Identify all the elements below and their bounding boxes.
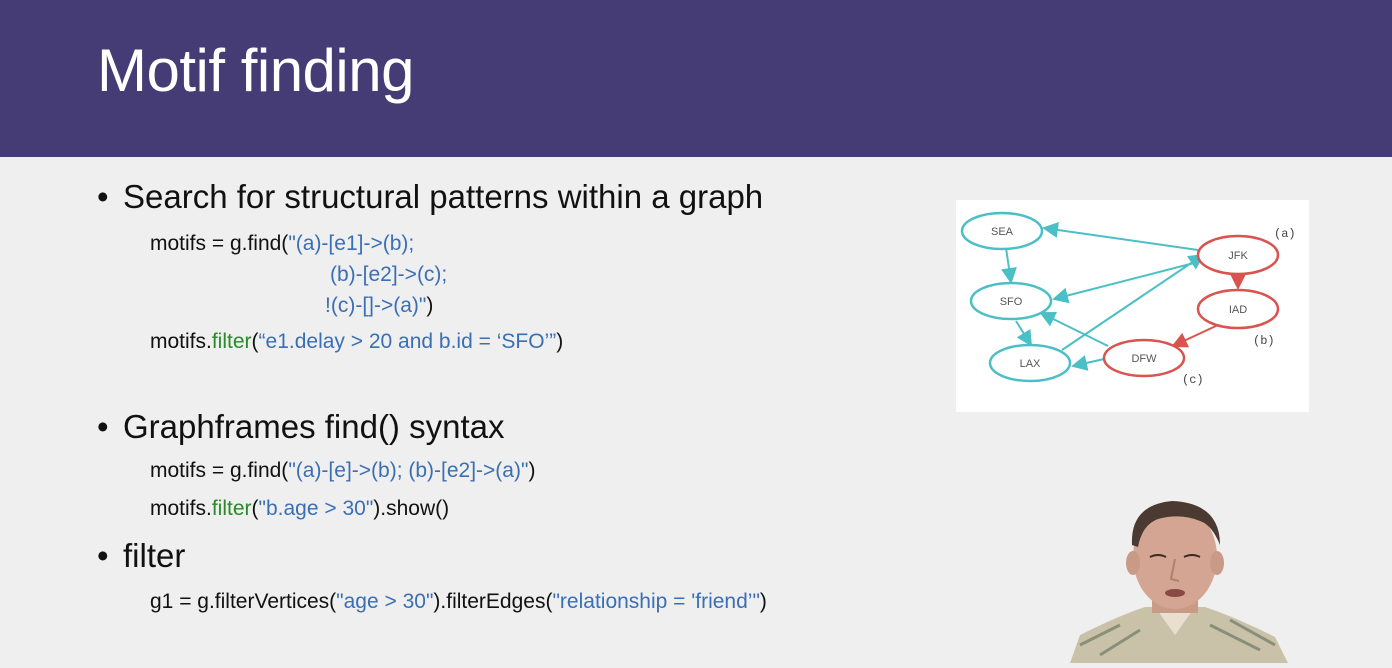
code-text: ( xyxy=(251,497,259,520)
code-string: "(a)-[e]->(b); (b)-[e2]->(a)" xyxy=(288,459,529,482)
code-block-filter: motifs.filter(“e1.delay > 20 and b.id = … xyxy=(150,326,563,357)
bullet-dot-icon: • xyxy=(97,408,109,445)
bullet-dot-icon: • xyxy=(97,537,109,574)
code-line: (b)-[e2]->(c); xyxy=(330,259,447,290)
edge-lax-jfk xyxy=(1061,253,1205,351)
bullet-find-syntax: • Graphframes find() syntax xyxy=(97,408,504,446)
node-jfk: JFK xyxy=(1196,234,1280,276)
tag-a: (a) xyxy=(1274,227,1296,241)
tag-b: (b) xyxy=(1253,334,1275,348)
edge-sfo-lax xyxy=(1015,320,1033,347)
code-text: motifs = g.find( xyxy=(150,459,289,482)
code-text: ) xyxy=(528,459,536,482)
edge-iad-dfw xyxy=(1171,324,1219,348)
code-line: !(c)-[]->(a)") xyxy=(325,290,433,321)
slide-title: Motif finding xyxy=(97,37,415,104)
node-iad: IAD xyxy=(1196,288,1280,330)
code-text: motifs. xyxy=(150,497,212,520)
code-block-find: motifs = g.find("(a)-[e1]->(b); xyxy=(150,228,414,259)
code-string: "b.age > 30" xyxy=(258,497,374,520)
code-block-filter-show: motifs.filter("b.age > 30").show() xyxy=(150,493,449,524)
code-string: "age > 30" xyxy=(336,590,434,613)
node-sfo: SFO xyxy=(969,281,1053,321)
edge-sea-sfo xyxy=(1001,247,1017,284)
node-label: SEA xyxy=(991,226,1014,238)
presenter-video xyxy=(1060,495,1290,663)
node-label: IAD xyxy=(1229,304,1247,316)
node-dfw: DFW xyxy=(1102,338,1186,378)
bullet-text: Graphframes find() syntax xyxy=(123,408,505,445)
code-text: motifs = g.find( xyxy=(150,232,289,255)
node-label: SFO xyxy=(1000,296,1023,308)
code-string: !(c)-[]->(a)" xyxy=(325,294,427,317)
code-text: g1 = g.filterVertices( xyxy=(150,590,337,613)
slide-header: Motif finding xyxy=(0,0,1392,157)
code-text: ) xyxy=(426,294,434,317)
code-function: filter xyxy=(211,330,252,353)
bullet-text: filter xyxy=(123,537,186,574)
graph-svg: SEA SFO LAX JFK IAD DFW (a) (b) (c) xyxy=(960,211,1296,387)
code-string: (b)-[e2]->(c); xyxy=(330,263,448,286)
bullet-filter: • filter xyxy=(97,537,185,575)
edge-jfk-sfo xyxy=(1052,261,1199,304)
code-text: ).filterEdges( xyxy=(433,590,553,613)
motif-graph-diagram: SEA SFO LAX JFK IAD DFW (a) (b) (c) xyxy=(956,200,1309,412)
bullet-dot-icon: • xyxy=(97,178,109,215)
node-lax: LAX xyxy=(988,343,1072,383)
edge-jfk-sea xyxy=(1042,222,1199,251)
code-string: “e1.delay > 20 and b.id = ‘SFO’” xyxy=(258,330,557,353)
code-text: ) xyxy=(556,330,564,353)
code-text: ) xyxy=(759,590,767,613)
edge-dfw-lax xyxy=(1071,355,1105,371)
code-function: filter xyxy=(211,497,252,520)
bullet-text: Search for structural patterns within a … xyxy=(123,178,764,215)
presenter-image xyxy=(1070,501,1288,663)
code-block-find-syntax: motifs = g.find("(a)-[e]->(b); (b)-[e2]-… xyxy=(150,455,535,486)
code-string: "(a)-[e1]->(b); xyxy=(288,232,415,255)
node-label: JFK xyxy=(1228,250,1248,262)
code-text: ( xyxy=(251,330,259,353)
node-label: LAX xyxy=(1020,358,1041,370)
code-block-filter-vertices: g1 = g.filterVertices("age > 30").filter… xyxy=(150,586,767,617)
tag-c: (c) xyxy=(1182,373,1204,387)
bullet-structural-patterns: • Search for structural patterns within a… xyxy=(97,178,763,216)
node-label: DFW xyxy=(1131,353,1157,365)
code-text: motifs. xyxy=(150,330,212,353)
code-text: ).show() xyxy=(373,497,450,520)
code-string: "relationship = 'friend’" xyxy=(552,590,760,613)
node-sea: SEA xyxy=(960,211,1044,251)
